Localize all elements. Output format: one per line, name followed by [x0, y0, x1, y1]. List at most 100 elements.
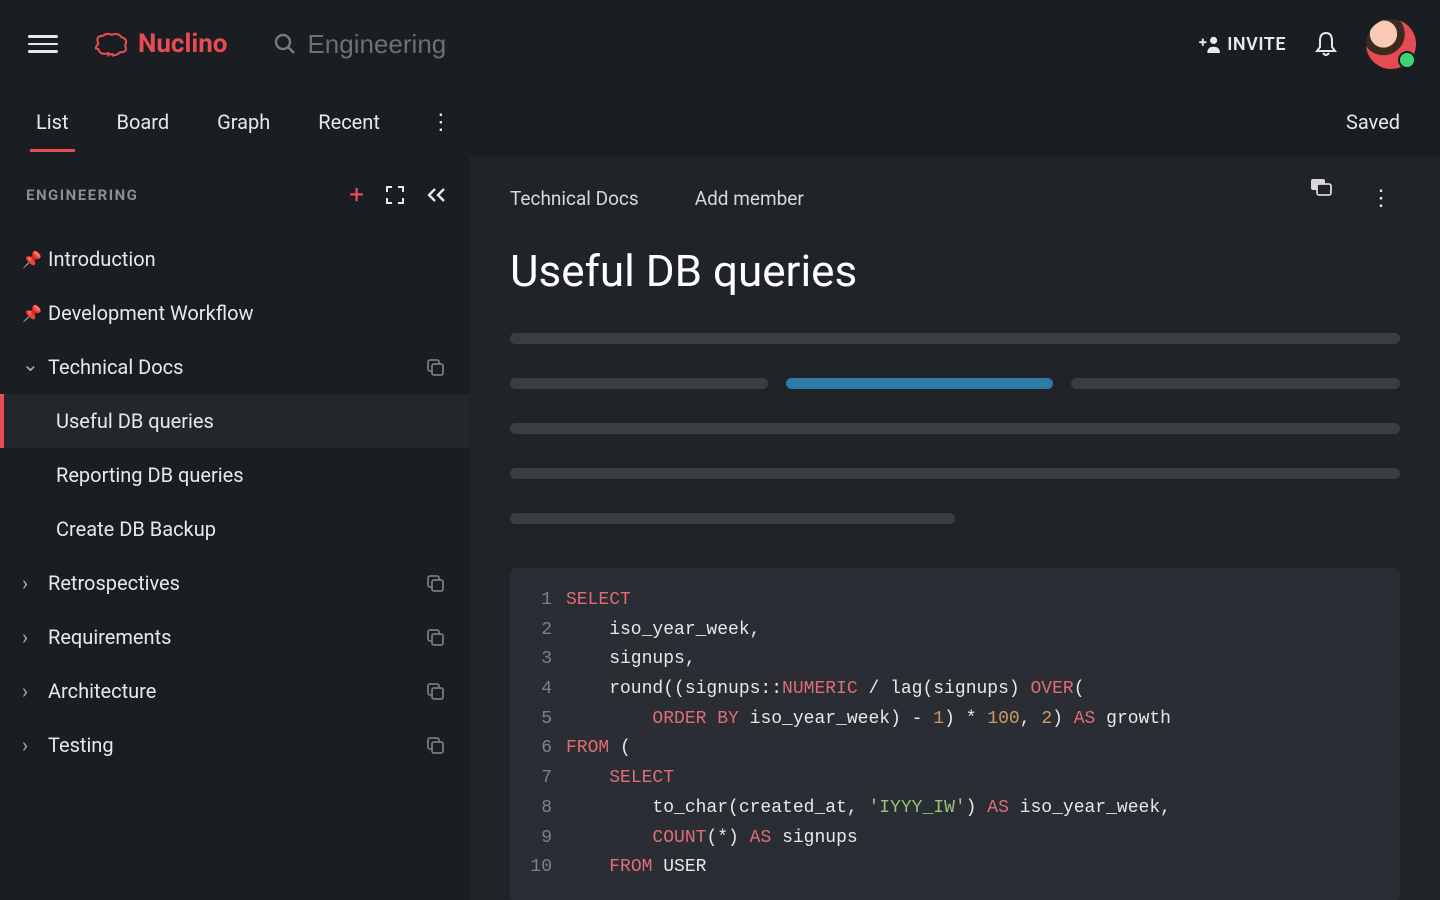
sidebar-item-reporting-db-queries[interactable]: Reporting DB queries: [0, 448, 470, 502]
skeleton-line-highlight: [786, 378, 1053, 389]
code-line: 5 ORDER BY iso_year_week) - 1) * 100, 2)…: [524, 705, 1380, 735]
skeleton-line: [510, 513, 955, 524]
brand-logo[interactable]: Nuclino: [90, 29, 227, 59]
breadcrumb-item[interactable]: Technical Docs: [510, 187, 639, 210]
line-number: 3: [524, 645, 552, 675]
sidebar-item-label: Introduction: [48, 247, 156, 271]
skeleton-line: [1071, 378, 1400, 389]
code-content: to_char(created_at, 'IYYY_IW') AS iso_ye…: [566, 794, 1171, 824]
skeleton-line: [510, 333, 1400, 344]
comments-icon[interactable]: [1310, 178, 1332, 198]
copy-icon[interactable]: [426, 574, 444, 592]
collapse-icon[interactable]: [426, 187, 448, 203]
tab-more-icon[interactable]: ⋮: [422, 102, 460, 143]
document-pane: Technical Docs Add member ⋮ Useful DB qu…: [470, 156, 1440, 900]
sidebar: ENGINEERING + 📌 Introduction 📌 Developme…: [0, 156, 470, 900]
sidebar-item-testing[interactable]: Testing: [0, 718, 470, 772]
sidebar-item-label: Create DB Backup: [56, 517, 216, 541]
sidebar-item-architecture[interactable]: Architecture: [0, 664, 470, 718]
line-number: 7: [524, 764, 552, 794]
bell-icon[interactable]: [1314, 31, 1338, 57]
chevron-down-icon: [22, 355, 36, 379]
view-bar: List Board Graph Recent ⋮ Saved: [0, 88, 1440, 156]
sidebar-item-useful-db-queries[interactable]: Useful DB queries: [0, 394, 470, 448]
page-title[interactable]: Useful DB queries: [470, 219, 1440, 333]
code-content: FROM (: [566, 734, 631, 764]
code-line: 8 to_char(created_at, 'IYYY_IW') AS iso_…: [524, 794, 1380, 824]
copy-icon[interactable]: [426, 628, 444, 646]
document-body[interactable]: [470, 333, 1440, 524]
search-input[interactable]: [307, 29, 707, 60]
sidebar-item-retrospectives[interactable]: Retrospectives: [0, 556, 470, 610]
expand-icon[interactable]: [386, 186, 404, 204]
tab-label: Recent: [318, 110, 380, 134]
copy-icon[interactable]: [426, 358, 444, 376]
document-actions: ⋮: [1310, 178, 1400, 219]
copy-icon[interactable]: [426, 736, 444, 754]
sidebar-actions: +: [349, 180, 448, 210]
sidebar-header: ENGINEERING +: [0, 166, 470, 222]
search-icon[interactable]: [273, 32, 297, 56]
tab-board[interactable]: Board: [111, 92, 176, 152]
sidebar-item-label: Retrospectives: [48, 571, 180, 595]
pin-icon: 📌: [22, 304, 36, 323]
skeleton-line: [510, 423, 1400, 434]
code-content: round((signups::NUMERIC / lag(signups) O…: [566, 675, 1085, 705]
code-line: 1 SELECT: [524, 586, 1380, 616]
add-icon[interactable]: +: [349, 180, 364, 210]
line-number: 9: [524, 824, 552, 854]
sidebar-item-label: Reporting DB queries: [56, 463, 244, 487]
tab-list[interactable]: List: [30, 92, 75, 152]
workspace-title[interactable]: ENGINEERING: [26, 186, 138, 204]
document-header: Technical Docs Add member ⋮: [470, 178, 1440, 219]
tab-label: List: [36, 110, 69, 134]
skeleton-line: [510, 378, 768, 389]
chevron-right-icon: [22, 571, 36, 595]
sidebar-item-label: Requirements: [48, 625, 171, 649]
main: ENGINEERING + 📌 Introduction 📌 Developme…: [0, 156, 1440, 900]
brain-icon: [90, 29, 130, 59]
code-content: ORDER BY iso_year_week) - 1) * 100, 2) A…: [566, 705, 1171, 735]
line-number: 1: [524, 586, 552, 616]
invite-label: INVITE: [1227, 34, 1286, 55]
copy-icon[interactable]: [426, 682, 444, 700]
sidebar-item-dev-workflow[interactable]: 📌 Development Workflow: [0, 286, 470, 340]
tab-graph[interactable]: Graph: [211, 92, 276, 152]
tab-recent[interactable]: Recent: [312, 92, 386, 152]
pin-icon: 📌: [22, 250, 36, 269]
chevron-right-icon: [22, 679, 36, 703]
code-line: 10 FROM USER: [524, 853, 1380, 883]
doc-more-icon[interactable]: ⋮: [1362, 178, 1400, 219]
code-line: 6FROM (: [524, 734, 1380, 764]
save-status: Saved: [1346, 110, 1400, 134]
sidebar-item-requirements[interactable]: Requirements: [0, 610, 470, 664]
sidebar-item-technical-docs[interactable]: Technical Docs: [0, 340, 470, 394]
line-number: 8: [524, 794, 552, 824]
search-area: [273, 29, 1181, 60]
code-line: 2 iso_year_week,: [524, 616, 1380, 646]
code-content: SELECT: [566, 586, 631, 616]
sidebar-item-label: Testing: [48, 733, 114, 757]
line-number: 10: [524, 853, 552, 883]
sidebar-item-introduction[interactable]: 📌 Introduction: [0, 232, 470, 286]
menu-icon[interactable]: [28, 29, 58, 59]
code-content: signups,: [566, 645, 696, 675]
view-tabs: List Board Graph Recent ⋮: [30, 92, 460, 152]
sidebar-item-create-db-backup[interactable]: Create DB Backup: [0, 502, 470, 556]
chevron-right-icon: [22, 625, 36, 649]
sidebar-item-label: Technical Docs: [48, 355, 183, 379]
avatar[interactable]: [1366, 19, 1416, 69]
sidebar-item-label: Development Workflow: [48, 301, 254, 325]
invite-icon: [1199, 35, 1221, 53]
line-number: 4: [524, 675, 552, 705]
line-number: 2: [524, 616, 552, 646]
code-line: 3 signups,: [524, 645, 1380, 675]
invite-button[interactable]: INVITE: [1199, 34, 1286, 55]
breadcrumb-add-member[interactable]: Add member: [695, 187, 804, 210]
breadcrumb: Technical Docs Add member: [510, 187, 804, 210]
tab-label: Board: [117, 110, 170, 134]
code-content: iso_year_week,: [566, 616, 760, 646]
code-block[interactable]: 1SELECT2 iso_year_week,3 signups,4 round…: [510, 568, 1400, 900]
code-content: FROM USER: [566, 853, 706, 883]
topbar: Nuclino INVITE: [0, 0, 1440, 88]
